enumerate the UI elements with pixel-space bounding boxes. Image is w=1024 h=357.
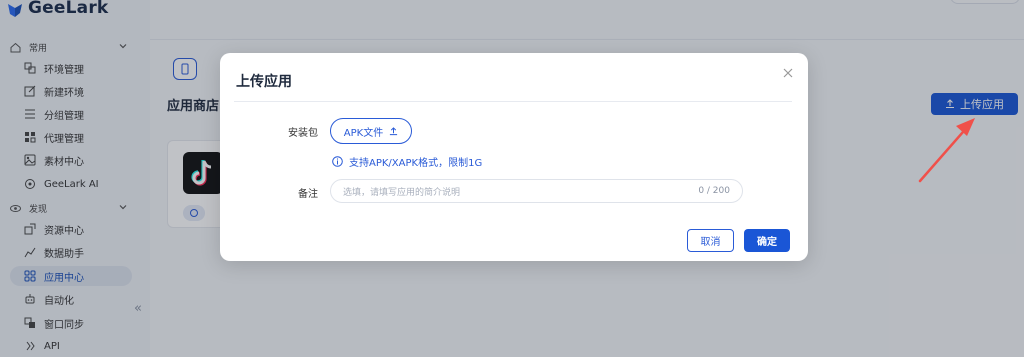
note-label: 备注 [298, 189, 318, 200]
note-input[interactable]: 选填，请填写应用的简介说明 0 / 200 [330, 179, 743, 203]
format-hint: 支持APK/XAPK格式，限制1G [332, 154, 482, 169]
info-icon [332, 156, 343, 167]
close-icon[interactable] [782, 67, 794, 79]
format-hint-text: 支持APK/XAPK格式，限制1G [349, 158, 483, 169]
apk-file-button[interactable]: APK文件 [330, 118, 412, 144]
confirm-button[interactable]: 确定 [744, 229, 790, 252]
dialog-title: 上传应用 [236, 74, 292, 90]
annotation-arrow [918, 118, 975, 183]
note-placeholder: 选填，请填写应用的简介说明 [343, 187, 461, 198]
package-label: 安装包 [288, 128, 318, 139]
apk-file-label: APK文件 [343, 127, 384, 139]
note-char-count: 0 / 200 [698, 186, 730, 196]
upload-app-dialog: 上传应用 安装包 APK文件 支持APK/XAPK格式，限制1G 备注 选填，请… [220, 53, 808, 261]
dialog-divider [234, 101, 792, 102]
upload-icon [390, 126, 398, 135]
cancel-button[interactable]: 取消 [687, 229, 734, 252]
